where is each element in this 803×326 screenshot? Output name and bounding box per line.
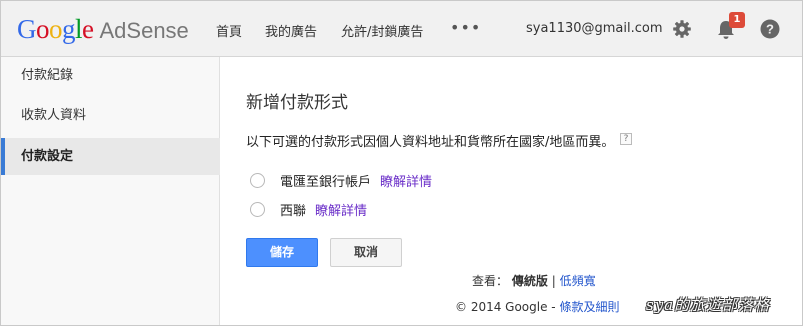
help-question-icon[interactable]: ? <box>620 133 632 145</box>
view-low-bandwidth-link[interactable]: 低頻寬 <box>560 274 596 288</box>
page-title: 新增付款形式 <box>246 93 348 113</box>
save-button[interactable]: 儲存 <box>246 238 318 267</box>
notification-badge[interactable]: 1 <box>729 12 745 28</box>
adsense-logo[interactable]: Google AdSense <box>17 14 189 44</box>
gear-icon[interactable] <box>672 19 692 43</box>
copyright-text: © 2014 Google - <box>455 300 556 314</box>
blog-watermark: sya的旅遊部落格 <box>646 296 771 314</box>
google-wordmark: Google <box>17 14 94 44</box>
learn-more-link-western-union[interactable]: 瞭解詳情 <box>315 200 367 219</box>
footer: © 2014 Google - 條款及細則 <box>455 298 619 315</box>
view-separator: | <box>551 274 556 288</box>
cancel-button[interactable]: 取消 <box>330 238 402 267</box>
option-label-wire-transfer: 電匯至銀行帳戶 <box>280 175 372 190</box>
learn-more-link-wire[interactable]: 瞭解詳情 <box>380 171 432 190</box>
help-icon[interactable]: ? <box>760 19 780 43</box>
nav-my-ads[interactable]: 我的廣告 <box>265 21 317 40</box>
sidebar-item-payment-history[interactable]: 付款紀錄 <box>1 57 220 94</box>
svg-text:?: ? <box>766 22 774 37</box>
view-mode-switch: 查看： 傳統版 | 低頻寬 <box>472 272 596 289</box>
sidebar-item-payee-profile[interactable]: 收款人資料 <box>1 97 220 134</box>
view-classic: 傳統版 <box>511 274 548 288</box>
nav-allow-block-ads[interactable]: 允許/封鎖廣告 <box>341 21 423 40</box>
view-prefix: 查看： <box>472 274 509 288</box>
sidebar: 付款紀錄 收款人資料 付款設定 <box>1 57 220 325</box>
payment-option-wire[interactable]: 電匯至銀行帳戶 瞭解詳情 <box>250 171 432 190</box>
adsense-wordmark: AdSense <box>99 18 189 43</box>
payment-methods-description: 以下可選的付款形式因個人資料地址和貨幣所在國家/地區而異。 <box>246 135 615 150</box>
more-menu-icon[interactable]: ••• <box>450 20 481 36</box>
option-label-western-union: 西聯 <box>280 204 307 219</box>
radio-western-union[interactable] <box>250 202 265 217</box>
terms-link[interactable]: 條款及細則 <box>559 300 619 314</box>
payment-option-western-union[interactable]: 西聯 瞭解詳情 <box>250 200 367 219</box>
account-email[interactable]: sya1130@gmail.com <box>526 21 663 36</box>
radio-wire-transfer[interactable] <box>250 173 265 188</box>
sidebar-item-payment-settings[interactable]: 付款設定 <box>1 138 220 175</box>
nav-home[interactable]: 首頁 <box>216 21 242 40</box>
